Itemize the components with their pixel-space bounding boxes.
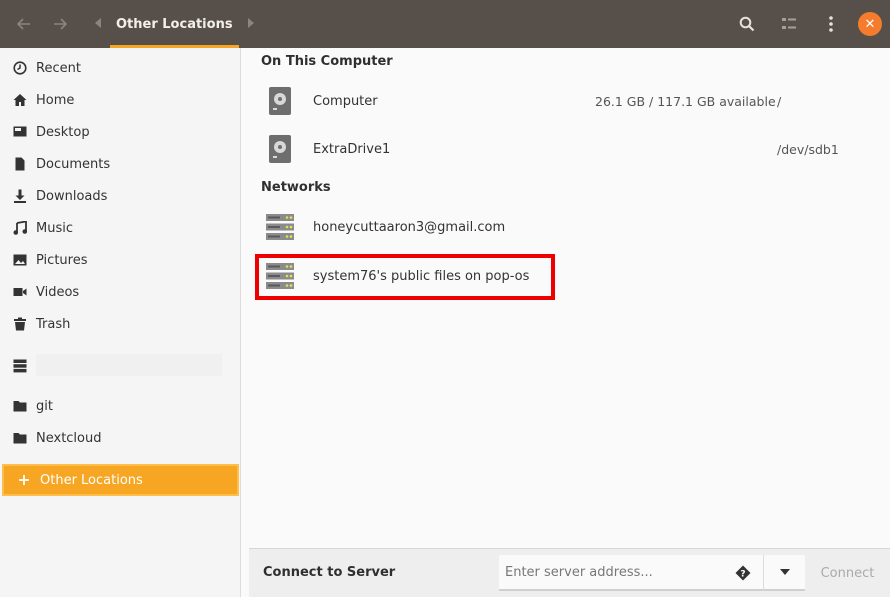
network-server-icon bbox=[265, 212, 295, 242]
nav-buttons bbox=[6, 0, 78, 48]
sidebar-item-other-locations[interactable]: Other Locations bbox=[2, 464, 239, 496]
document-icon bbox=[12, 156, 28, 172]
sidebar-item-label: Home bbox=[36, 92, 75, 108]
network-row-gmail[interactable]: honeycuttaaron3@gmail.com bbox=[241, 203, 890, 251]
trash-icon bbox=[12, 316, 28, 332]
path-right-arrow-icon[interactable] bbox=[239, 17, 261, 31]
sidebar-item-label: Nextcloud bbox=[36, 430, 102, 446]
drive-icon bbox=[265, 86, 295, 116]
sidebar-item-label: Videos bbox=[36, 284, 80, 300]
sidebar-item-label: Music bbox=[36, 220, 73, 236]
music-icon bbox=[12, 220, 28, 236]
folder-icon bbox=[12, 398, 28, 414]
location-name: honeycuttaaron3@gmail.com bbox=[313, 219, 506, 235]
server-history-dropdown-button[interactable] bbox=[763, 555, 805, 591]
server-address-input[interactable] bbox=[499, 555, 763, 591]
location-path: /dev/sdb1 bbox=[777, 141, 839, 157]
forward-arrow-icon[interactable] bbox=[42, 0, 78, 48]
annotation-highlight-box bbox=[255, 254, 555, 300]
sidebar-item-videos[interactable]: Videos bbox=[0, 276, 240, 308]
kebab-menu-icon[interactable] bbox=[810, 0, 852, 48]
sidebar-item-label: Documents bbox=[36, 156, 111, 172]
close-icon[interactable]: ✕ bbox=[858, 12, 882, 36]
path-left-arrow-icon[interactable] bbox=[88, 17, 110, 31]
connect-button[interactable]: Connect bbox=[805, 555, 890, 591]
video-icon bbox=[12, 284, 28, 300]
connect-to-server-label: Connect to Server bbox=[263, 565, 396, 580]
sidebar-item-recent[interactable]: Recent bbox=[0, 52, 240, 84]
sidebar-item-label: Other Locations bbox=[40, 472, 143, 488]
chevron-down-icon bbox=[779, 567, 790, 578]
sidebar-item-home[interactable]: Home bbox=[0, 84, 240, 116]
svg-text:?: ? bbox=[740, 570, 745, 580]
section-title-networks: Networks bbox=[261, 180, 331, 195]
path-current-location[interactable]: Other Locations bbox=[110, 0, 239, 48]
sidebar-blank-label-area bbox=[36, 354, 222, 376]
location-row-computer[interactable]: Computer 26.1 GB / 117.1 GB available / bbox=[241, 77, 890, 125]
folder-icon bbox=[12, 430, 28, 446]
sidebar-item-label: Recent bbox=[36, 60, 81, 76]
back-arrow-icon[interactable] bbox=[6, 0, 42, 48]
path-bar: Other Locations bbox=[88, 0, 261, 48]
download-icon bbox=[12, 188, 28, 204]
sidebar-item-downloads[interactable]: Downloads bbox=[0, 180, 240, 212]
header-bar: Other Locations ✕ bbox=[0, 0, 890, 48]
sidebar-item-pictures[interactable]: Pictures bbox=[0, 244, 240, 276]
sidebar-item-nextcloud[interactable]: Nextcloud bbox=[0, 422, 240, 454]
plus-icon bbox=[16, 472, 32, 488]
picture-icon bbox=[12, 252, 28, 268]
section-title-on-this-computer: On This Computer bbox=[261, 54, 393, 69]
location-name: ExtraDrive1 bbox=[313, 141, 391, 157]
sidebar-item-label: Desktop bbox=[36, 124, 90, 140]
sidebar-item-desktop[interactable]: Desktop bbox=[0, 116, 240, 148]
sidebar-item-label: Trash bbox=[36, 316, 71, 332]
header-actions: ✕ bbox=[726, 0, 890, 48]
network-server-icon bbox=[12, 358, 28, 374]
sidebar-item-music[interactable]: Music bbox=[0, 212, 240, 244]
location-name: Computer bbox=[313, 93, 378, 109]
list-view-icon[interactable] bbox=[768, 0, 810, 48]
sidebar-item-label: Pictures bbox=[36, 252, 88, 268]
location-path: / bbox=[777, 93, 782, 109]
help-icon[interactable]: ? bbox=[735, 565, 751, 581]
search-icon[interactable] bbox=[726, 0, 768, 48]
sidebar-item-label: Downloads bbox=[36, 188, 108, 204]
connect-to-server-bar: Connect to Server ? Connect bbox=[249, 548, 890, 597]
sidebar-item-label: git bbox=[36, 398, 53, 414]
clock-icon bbox=[12, 60, 28, 76]
location-row-extradrive1[interactable]: ExtraDrive1 /dev/sdb1 bbox=[241, 125, 890, 173]
sidebar-item-documents[interactable]: Documents bbox=[0, 148, 240, 180]
home-icon bbox=[12, 92, 28, 108]
drive-icon bbox=[265, 134, 295, 164]
desktop-icon bbox=[12, 124, 28, 140]
sidebar-item-git[interactable]: git bbox=[0, 390, 240, 422]
sidebar: Recent Home Desktop Documents Downloads … bbox=[0, 48, 241, 597]
location-available: 26.1 GB / 117.1 GB available bbox=[595, 93, 776, 109]
sidebar-item-trash[interactable]: Trash bbox=[0, 308, 240, 340]
